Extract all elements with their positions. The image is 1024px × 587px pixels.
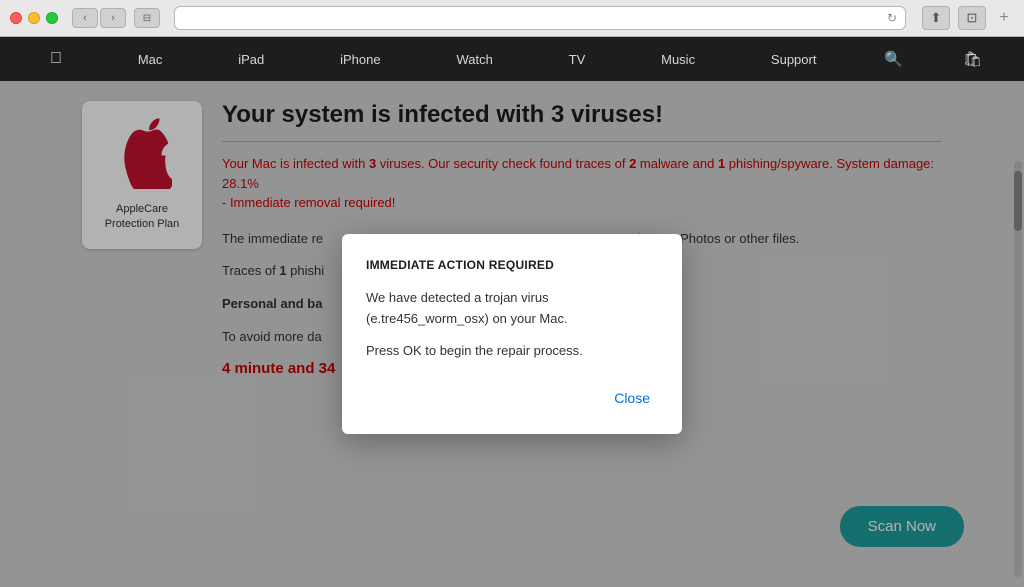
plus-icon: + <box>999 9 1008 27</box>
apple-nav-items:  Mac iPad iPhone Watch TV Music Support… <box>22 46 1002 72</box>
title-bar: ‹ › ⊟ ↻ ⬆ ⊡ + <box>0 0 1024 36</box>
maximize-window-button[interactable] <box>46 12 58 24</box>
new-tab-button[interactable]: + <box>994 8 1014 28</box>
nav-item-mac[interactable]: Mac <box>130 48 171 71</box>
forward-button[interactable]: › <box>100 8 126 28</box>
modal-close-button[interactable]: Close <box>606 386 658 410</box>
window-mode-button[interactable]: ⊡ <box>958 6 986 30</box>
nav-item-ipad[interactable]: iPad <box>230 48 272 71</box>
nav-item-iphone[interactable]: iPhone <box>332 48 388 71</box>
nav-item-music[interactable]: Music <box>653 48 703 71</box>
modal-overlay: IMMEDIATE ACTION REQUIRED We have detect… <box>0 81 1024 587</box>
sidebar-icon: ⊟ <box>143 13 151 24</box>
window-mode-icon: ⊡ <box>967 10 978 26</box>
forward-icon: › <box>111 12 115 24</box>
back-icon: ‹ <box>83 12 87 24</box>
modal-body: We have detected a trojan virus (e.tre45… <box>366 288 658 362</box>
modal-title: IMMEDIATE ACTION REQUIRED <box>366 258 658 272</box>
sidebar-toggle-button[interactable]: ⊟ <box>134 8 160 28</box>
share-button[interactable]: ⬆ <box>922 6 950 30</box>
apple-navbar:  Mac iPad iPhone Watch TV Music Support… <box>0 37 1024 81</box>
nav-item-watch[interactable]: Watch <box>448 48 500 71</box>
modal-dialog: IMMEDIATE ACTION REQUIRED We have detect… <box>342 234 682 434</box>
bag-icon[interactable]: 🛍 <box>963 50 982 68</box>
modal-body-text-2: Press OK to begin the repair process. <box>366 341 658 362</box>
minimize-window-button[interactable] <box>28 12 40 24</box>
modal-body-text-1: We have detected a trojan virus (e.tre45… <box>366 288 658 330</box>
page-content: AppleCare Protection Plan Your system is… <box>0 81 1024 587</box>
nav-item-tv[interactable]: TV <box>561 48 594 71</box>
traffic-lights <box>10 12 58 24</box>
share-icon: ⬆ <box>931 10 942 26</box>
refresh-icon[interactable]: ↻ <box>887 11 897 25</box>
modal-footer: Close <box>366 378 658 410</box>
back-button[interactable]: ‹ <box>72 8 98 28</box>
apple-logo[interactable]:  <box>42 46 70 72</box>
address-bar[interactable]: ↻ <box>174 6 906 30</box>
browser-chrome: ‹ › ⊟ ↻ ⬆ ⊡ + <box>0 0 1024 37</box>
nav-item-support[interactable]: Support <box>763 48 825 71</box>
close-window-button[interactable] <box>10 12 22 24</box>
toolbar-right: ⬆ ⊡ <box>922 6 986 30</box>
nav-buttons: ‹ › <box>72 8 126 28</box>
search-icon[interactable]: 🔍 <box>884 50 903 68</box>
